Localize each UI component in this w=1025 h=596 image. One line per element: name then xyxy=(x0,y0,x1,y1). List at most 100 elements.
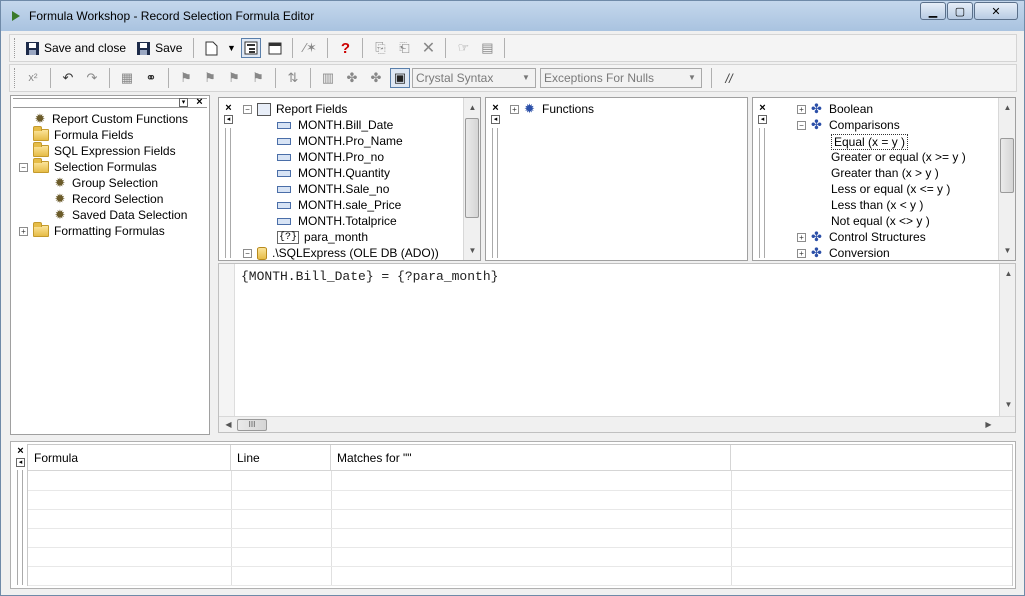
help-button[interactable]: ? xyxy=(335,38,355,58)
tree-item-report-fields[interactable]: − Report Fields xyxy=(243,102,347,116)
tree-item-field[interactable]: MONTH.Totalprice xyxy=(277,214,397,228)
operators-vertical-scrollbar[interactable]: ▲ ▼ xyxy=(998,98,1015,260)
show-operators-button[interactable]: ✤ xyxy=(366,68,386,88)
scroll-thumb[interactable] xyxy=(465,118,479,218)
table-row[interactable] xyxy=(28,472,1012,491)
tree-item-operator-category[interactable]: + ✤ Control Structures xyxy=(797,230,926,244)
tree-item-field[interactable]: MONTH.Pro_Name xyxy=(277,134,403,148)
close-panel-button[interactable]: × xyxy=(194,97,205,108)
toggle-tree-button[interactable] xyxy=(241,38,262,58)
tree-item-selection-formulas[interactable]: − Selection Formulas xyxy=(19,158,157,174)
column-header-matches[interactable]: Matches for "" xyxy=(331,445,731,471)
scroll-down-icon[interactable]: ▼ xyxy=(1000,243,1015,258)
syntax-select[interactable]: Crystal Syntax ▼ xyxy=(412,68,536,88)
title-bar[interactable]: Formula Workshop - Record Selection Form… xyxy=(1,1,1024,31)
undo-button[interactable]: ↶ xyxy=(58,68,78,88)
tree-item-group-selection[interactable]: ✹ Group Selection xyxy=(53,176,159,191)
table-row[interactable] xyxy=(28,510,1012,529)
scroll-up-icon[interactable]: ▲ xyxy=(465,100,480,115)
show-fields-button[interactable]: ▥ xyxy=(318,68,338,88)
scroll-right-icon[interactable]: ▶ xyxy=(981,417,996,432)
tree-item-field[interactable]: MONTH.Sale_no xyxy=(277,182,389,196)
toolbar-grip[interactable] xyxy=(14,68,17,88)
new-button[interactable] xyxy=(201,38,221,58)
check-syntax-button[interactable]: x² xyxy=(23,68,43,88)
show-functions-button[interactable]: ✤ xyxy=(342,68,362,88)
scroll-down-icon[interactable]: ▼ xyxy=(1001,397,1015,412)
rename-button[interactable]: ⎘ xyxy=(370,38,390,58)
previous-bookmark-button[interactable]: ⚑ xyxy=(224,68,244,88)
tree-item-operator[interactable]: Greater or equal (x >= y ) xyxy=(831,150,966,164)
formula-editor[interactable]: {MONTH.Bill_Date} = {?para_month} ▲ ▼ ◀ … xyxy=(218,263,1016,433)
tree-item-operator-category[interactable]: − ✤ Comparisons xyxy=(797,118,900,132)
toggle-property-display-button[interactable]: ▣ xyxy=(390,68,410,88)
scroll-down-icon[interactable]: ▼ xyxy=(465,243,480,258)
tree-item-record-selection[interactable]: ✹ Record Selection xyxy=(53,192,164,207)
expand-icon[interactable]: + xyxy=(797,232,806,242)
toolbar-grip[interactable] xyxy=(14,38,17,58)
tree-item-field[interactable]: MONTH.Pro_no xyxy=(277,150,384,164)
close-panel-button[interactable]: × xyxy=(757,103,768,114)
scroll-thumb[interactable] xyxy=(1000,138,1014,193)
properties-button[interactable] xyxy=(265,38,285,58)
null-handling-select[interactable]: Exceptions For Nulls ▼ xyxy=(540,68,702,88)
close-panel-button[interactable]: × xyxy=(490,103,501,114)
tree-item-field[interactable]: MONTH.sale_Price xyxy=(277,198,401,212)
scroll-up-icon[interactable]: ▲ xyxy=(1001,266,1015,281)
table-row[interactable] xyxy=(28,548,1012,567)
close-panel-button[interactable]: × xyxy=(15,446,26,457)
show-formula-button[interactable]: ▤ xyxy=(477,38,497,58)
table-row[interactable] xyxy=(28,567,1012,586)
tree-item-datasource[interactable]: − .\SQLExpress (OLE DB (ADO)) xyxy=(243,246,439,260)
save-button[interactable]: Save xyxy=(132,37,186,59)
clear-bookmarks-button[interactable]: ⚑ xyxy=(248,68,268,88)
toggle-bookmark-button[interactable]: ⚑ xyxy=(176,68,196,88)
pin-button[interactable]: ◂ xyxy=(16,458,25,467)
tree-item-field[interactable]: MONTH.Quantity xyxy=(277,166,390,180)
expand-icon[interactable]: + xyxy=(797,248,806,258)
tree-item-field[interactable]: MONTH.Bill_Date xyxy=(277,118,393,132)
scroll-thumb[interactable]: III xyxy=(237,419,267,431)
tree-item-operator[interactable]: Greater than (x > y ) xyxy=(831,166,939,180)
formula-expert-button[interactable]: ⁄✶ xyxy=(300,38,320,58)
tree-item-operator-category[interactable]: + ✤ Conversion xyxy=(797,246,890,260)
results-grid[interactable]: Formula Line Matches for "" xyxy=(27,444,1013,586)
tree-item-operator[interactable]: Equal (x = y ) xyxy=(831,134,909,150)
tree-item-operator[interactable]: Less or equal (x <= y ) xyxy=(831,182,950,196)
comment-button[interactable]: // xyxy=(719,68,739,88)
scroll-left-icon[interactable]: ◀ xyxy=(221,417,236,432)
tree-item-formula-fields[interactable]: Formula Fields xyxy=(33,126,133,142)
pin-button[interactable]: ◂ xyxy=(224,115,233,124)
pin-button[interactable]: ◂ xyxy=(758,115,767,124)
minimize-button[interactable]: ▁ xyxy=(920,2,946,20)
expand-icon[interactable]: + xyxy=(797,104,806,114)
find-button[interactable]: ⚭ xyxy=(141,68,161,88)
tree-item-operator[interactable]: Less than (x < y ) xyxy=(831,198,923,212)
table-row[interactable] xyxy=(28,529,1012,548)
next-bookmark-button[interactable]: ⚑ xyxy=(200,68,220,88)
expand-icon[interactable]: + xyxy=(19,226,28,236)
tree-item-saved-data-selection[interactable]: ✹ Saved Data Selection xyxy=(53,208,188,223)
tree-item-formatting-formulas[interactable]: + Formatting Formulas xyxy=(19,222,165,238)
tree-item-operator-category[interactable]: + ✤ Boolean xyxy=(797,102,873,116)
use-editor-button[interactable]: ☞ xyxy=(453,38,473,58)
scroll-up-icon[interactable]: ▲ xyxy=(1000,100,1015,115)
delete-button[interactable]: ✕ xyxy=(418,38,438,58)
table-row[interactable] xyxy=(28,491,1012,510)
collapse-icon[interactable]: − xyxy=(797,120,806,130)
editor-horizontal-scrollbar[interactable]: ◀ III ▶ xyxy=(219,416,1015,432)
tree-item-parameter[interactable]: {?} para_month xyxy=(277,230,368,244)
new-dropdown-button[interactable]: ▼ xyxy=(225,38,237,58)
column-header-formula[interactable]: Formula xyxy=(28,445,231,471)
maximize-button[interactable]: ▢ xyxy=(947,2,973,20)
fields-vertical-scrollbar[interactable]: ▲ ▼ xyxy=(463,98,480,260)
tree-item-operator[interactable]: Not equal (x <> y ) xyxy=(831,214,930,228)
pin-button[interactable]: ◂ xyxy=(491,115,500,124)
redo-button[interactable]: ↷ xyxy=(82,68,102,88)
editor-vertical-scrollbar[interactable]: ▲ ▼ xyxy=(999,264,1015,416)
formula-text[interactable]: {MONTH.Bill_Date} = {?para_month} xyxy=(241,269,498,284)
tree-item-report-custom-functions[interactable]: ✹ Report Custom Functions xyxy=(33,112,189,127)
duplicate-button[interactable]: ⎗ xyxy=(394,38,414,58)
tree-item-sql-expression-fields[interactable]: SQL Expression Fields xyxy=(33,142,176,158)
collapse-icon[interactable]: − xyxy=(19,162,28,172)
